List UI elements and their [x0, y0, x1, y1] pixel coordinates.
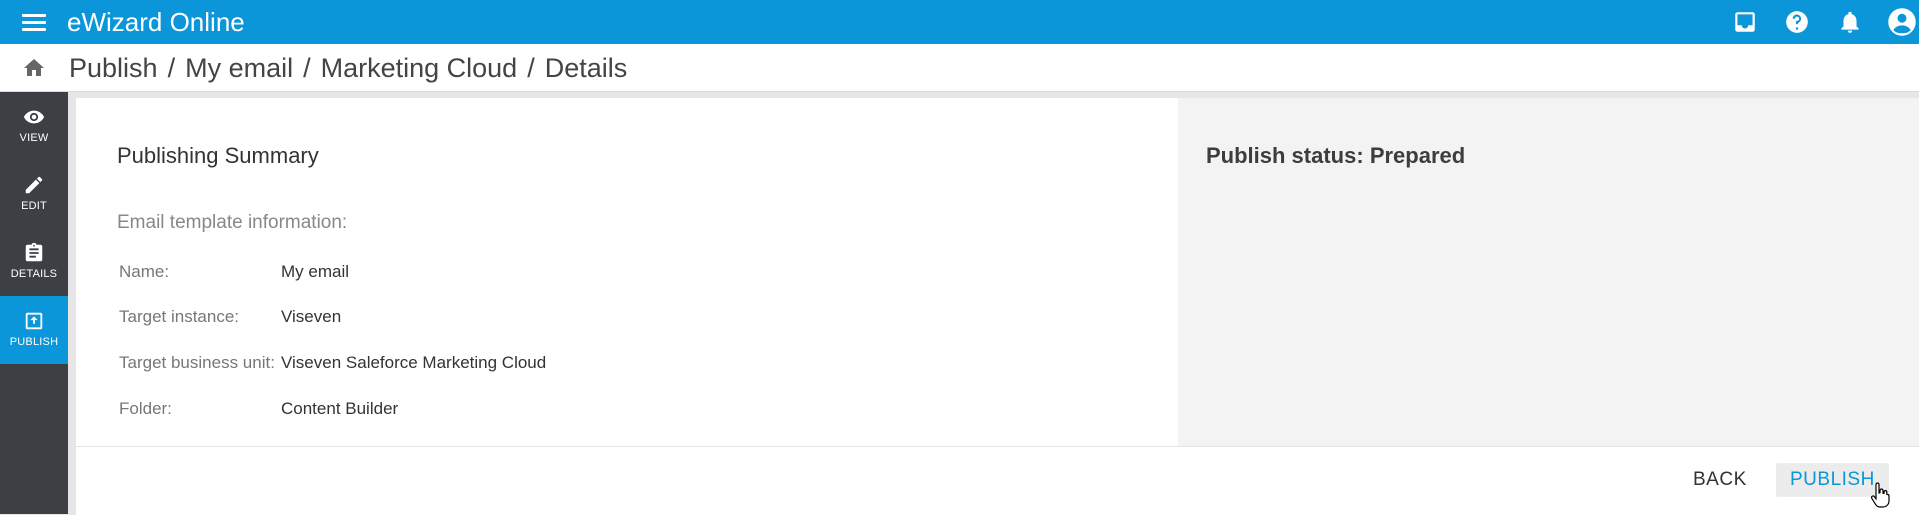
- account-icon[interactable]: [1887, 7, 1917, 37]
- info-value: My email: [281, 262, 350, 281]
- publish-status-value: Prepared: [1369, 143, 1466, 168]
- info-value: Viseven Saleforce Marketing Cloud: [281, 353, 547, 372]
- breadcrumb-separator: /: [303, 53, 311, 83]
- eye-icon: [23, 110, 45, 124]
- section-label: Email template information:: [117, 212, 348, 233]
- sidebar-item-view[interactable]: VIEW: [0, 92, 68, 160]
- pencil-icon: [25, 176, 43, 194]
- info-key: Name:: [119, 262, 170, 281]
- breadcrumb: Publish / My email / Marketing Cloud / Details: [69, 52, 627, 84]
- breadcrumb-item-publish[interactable]: Publish: [69, 53, 158, 83]
- bell-icon[interactable]: [1837, 9, 1863, 35]
- breadcrumb-item-marketing-cloud[interactable]: Marketing Cloud: [321, 53, 518, 83]
- breadcrumb-separator: /: [527, 53, 535, 83]
- status-pane: Publish status: Prepared: [1178, 98, 1919, 446]
- sidebar-item-label: VIEW: [19, 132, 49, 144]
- action-footer: BACK PUBLISH: [76, 446, 1919, 515]
- info-key: Target business unit:: [119, 353, 275, 372]
- info-key: Folder:: [119, 399, 172, 418]
- home-icon[interactable]: [22, 56, 46, 80]
- sidebar-item-label: PUBLISH: [9, 336, 59, 348]
- publish-status-label: Publish status:: [1206, 143, 1364, 168]
- inbox-icon[interactable]: [1732, 9, 1758, 35]
- info-value: Content Builder: [281, 399, 399, 418]
- breadcrumb-item-details: Details: [544, 53, 628, 83]
- help-icon[interactable]: [1784, 9, 1810, 35]
- app-header: eWizard Online: [0, 0, 1919, 44]
- hamburger-menu-icon[interactable]: [22, 11, 46, 33]
- publish-summary-card: Publishing Summary Email template inform…: [76, 98, 1919, 515]
- hand-cursor-icon: [1870, 482, 1890, 508]
- breadcrumb-separator: /: [167, 53, 176, 83]
- sidebar-item-details[interactable]: DETAILS: [0, 228, 68, 296]
- sidebar-item-label: EDIT: [21, 200, 47, 212]
- publish-icon: [25, 312, 43, 330]
- breadcrumb-bar: Publish / My email / Marketing Cloud / Details: [0, 44, 1919, 92]
- publish-status: Publish status: Prepared: [1206, 143, 1465, 169]
- info-value: Viseven: [281, 307, 342, 326]
- sidebar-item-edit[interactable]: EDIT: [0, 160, 68, 228]
- breadcrumb-item-my-email[interactable]: My email: [185, 53, 293, 83]
- clipboard-icon: [25, 242, 43, 262]
- app-title: eWizard Online: [67, 7, 245, 37]
- info-key: Target instance:: [119, 307, 240, 326]
- back-button[interactable]: BACK: [1679, 463, 1761, 497]
- sidebar-item-label: DETAILS: [10, 268, 58, 280]
- sidebar: VIEW EDIT DETAILS PUBLISH: [0, 92, 68, 514]
- summary-title: Publishing Summary: [117, 143, 319, 168]
- sidebar-item-publish[interactable]: PUBLISH: [0, 296, 68, 364]
- summary-pane: Publishing Summary Email template inform…: [76, 98, 1178, 446]
